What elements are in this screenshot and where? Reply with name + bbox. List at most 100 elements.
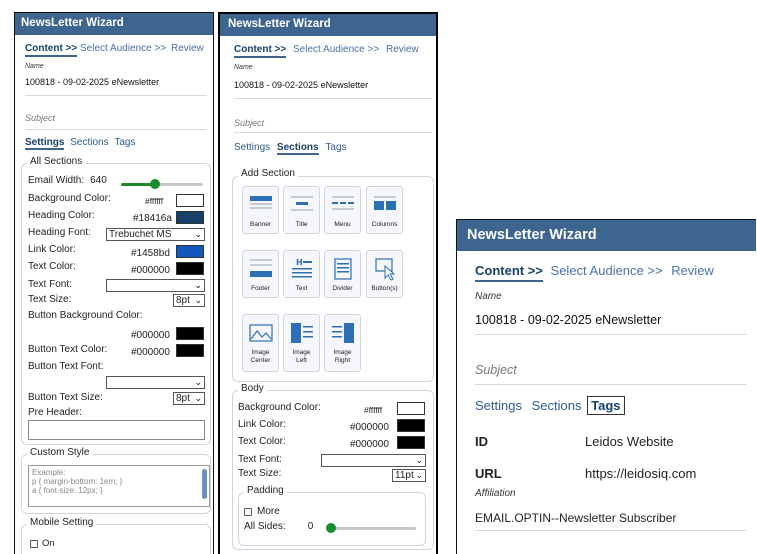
- step-content[interactable]: Content >>: [475, 263, 543, 282]
- padding-legend: Padding: [244, 485, 287, 496]
- tab-tags[interactable]: Tags: [325, 142, 346, 153]
- image-right-icon: [331, 323, 354, 343]
- section-tile-footer[interactable]: Footer: [242, 250, 279, 298]
- button-bg-value: #000000: [131, 330, 170, 341]
- image-left-icon: [290, 323, 313, 343]
- subject-field[interactable]: Subject: [25, 113, 55, 123]
- section-tile-image-left[interactable]: Image Left: [283, 314, 320, 372]
- wizard-steps: Content >> Select Audience >> Review: [25, 43, 204, 57]
- step-select-audience[interactable]: Select Audience >>: [293, 44, 379, 55]
- text-font-select[interactable]: ⌄: [106, 279, 205, 292]
- body-link-color-swatch[interactable]: [397, 419, 425, 432]
- wizard-title: NewsLetter Wizard: [21, 17, 124, 29]
- wizard-panel-sections: NewsLetter Wizard Content >> Select Audi…: [218, 12, 438, 554]
- email-width-slider-knob[interactable]: [150, 179, 160, 189]
- text-size-select[interactable]: 8pt ⌄: [173, 294, 205, 307]
- section-tile-divider[interactable]: Divider: [324, 250, 361, 298]
- all-sides-slider[interactable]: [326, 523, 416, 533]
- section-tile-title[interactable]: Title: [283, 186, 320, 234]
- add-section-legend: Add Section: [238, 168, 298, 179]
- pre-header-label: Pre Header:: [28, 407, 82, 418]
- tag-url-value: https://leidosiq.com: [585, 466, 697, 481]
- link-color-label: Link Color:: [28, 244, 76, 255]
- settings-tabs: Settings Sections Tags: [234, 142, 347, 155]
- step-review[interactable]: Review: [386, 44, 419, 55]
- text-color-value: #000000: [131, 265, 170, 276]
- tab-settings[interactable]: Settings: [475, 398, 522, 413]
- tab-tags[interactable]: Tags: [114, 137, 135, 148]
- heading-color-swatch[interactable]: [176, 211, 204, 224]
- name-label: Name: [25, 63, 44, 70]
- email-width-value: 640: [90, 175, 107, 186]
- section-tile-text[interactable]: H Text: [283, 250, 320, 298]
- all-sides-value: 0: [307, 521, 314, 532]
- name-value[interactable]: 100818 - 09-02-2025 eNewsletter: [234, 80, 368, 90]
- heading-color-label: Heading Color:: [28, 210, 95, 221]
- text-color-swatch[interactable]: [176, 262, 204, 275]
- body-bg-color-swatch[interactable]: [397, 402, 425, 415]
- name-value[interactable]: 100818 - 09-02-2025 eNewsletter: [475, 313, 661, 327]
- button-click-icon: [374, 258, 395, 281]
- section-tile-image-right[interactable]: Image Right: [324, 314, 361, 372]
- name-value[interactable]: 100818 - 09-02-2025 eNewsletter: [25, 77, 159, 87]
- step-content[interactable]: Content >>: [25, 43, 78, 57]
- wizard-header: NewsLetter Wizard: [15, 13, 213, 35]
- step-review[interactable]: Review: [671, 263, 714, 278]
- section-tile-menu[interactable]: Menu: [324, 186, 361, 234]
- button-text-font-select[interactable]: ⌄: [106, 376, 205, 389]
- link-color-swatch[interactable]: [176, 245, 204, 258]
- subject-field[interactable]: Subject: [475, 363, 517, 377]
- tab-sections[interactable]: Sections: [70, 137, 108, 148]
- body-link-color-label: Link Color:: [238, 419, 286, 430]
- section-tile-image-center[interactable]: Image Center: [242, 314, 279, 372]
- image-icon: [248, 324, 273, 342]
- settings-tabs: Settings Sections Tags: [25, 137, 136, 150]
- step-select-audience[interactable]: Select Audience >>: [551, 263, 663, 278]
- button-text-size-label: Button Text Size:: [28, 392, 103, 403]
- menu-icon: [331, 196, 354, 210]
- padding-more-label: More: [257, 506, 280, 517]
- tag-id-value: Leidos Website: [585, 434, 674, 449]
- heading-font-label: Heading Font:: [28, 227, 91, 238]
- step-select-audience[interactable]: Select Audience >>: [80, 43, 166, 54]
- section-tile-buttons[interactable]: Button(s): [366, 250, 403, 298]
- footer-icon: [249, 259, 272, 277]
- body-bg-color-label: Background Color:: [238, 402, 321, 413]
- button-text-size-select[interactable]: 8pt ⌄: [173, 392, 205, 405]
- custom-style-scrollbar[interactable]: [202, 469, 207, 499]
- custom-style-textarea[interactable]: Example: p { margin-bottom: 1em; } a { f…: [28, 465, 210, 507]
- subject-field[interactable]: Subject: [234, 118, 264, 128]
- padding-group: [238, 492, 426, 546]
- wizard-steps: Content >> Select Audience >> Review: [475, 263, 714, 282]
- mobile-on-checkbox[interactable]: [30, 539, 38, 548]
- section-tile-columns[interactable]: Columns: [366, 186, 403, 234]
- email-width-slider[interactable]: [121, 179, 203, 189]
- tab-settings[interactable]: Settings: [25, 137, 65, 150]
- text-icon: H: [291, 258, 312, 278]
- tab-sections[interactable]: Sections: [276, 142, 319, 155]
- padding-more-checkbox[interactable]: [244, 507, 252, 516]
- tab-settings[interactable]: Settings: [234, 142, 270, 153]
- bg-color-swatch[interactable]: [176, 194, 204, 207]
- step-content[interactable]: Content >>: [234, 44, 287, 58]
- section-tile-banner[interactable]: Banner: [242, 186, 279, 234]
- name-label: Name: [475, 291, 502, 302]
- step-review[interactable]: Review: [171, 43, 204, 54]
- title-icon: [290, 196, 313, 211]
- pre-header-input[interactable]: [28, 420, 205, 440]
- body-text-font-select[interactable]: ⌄: [321, 454, 426, 467]
- button-bg-swatch[interactable]: [176, 327, 204, 340]
- text-font-label: Text Font:: [28, 279, 72, 290]
- wizard-panel-settings: NewsLetter Wizard Content >> Select Audi…: [14, 12, 214, 554]
- body-text-size-select[interactable]: 11pt ⌄: [392, 469, 426, 482]
- custom-style-legend: Custom Style: [27, 447, 93, 458]
- tab-sections[interactable]: Sections: [532, 398, 582, 413]
- button-text-color-swatch[interactable]: [176, 344, 204, 357]
- heading-font-select[interactable]: Trebuchet MS ⌄: [106, 228, 205, 241]
- tab-tags[interactable]: Tags: [587, 396, 625, 415]
- body-bg-color-value: #ffffff: [364, 405, 383, 415]
- affiliation-label: Affiliation: [475, 488, 516, 499]
- body-text-color-swatch[interactable]: [397, 436, 425, 449]
- button-text-color-value: #000000: [131, 347, 170, 358]
- all-sides-slider-knob[interactable]: [326, 523, 336, 533]
